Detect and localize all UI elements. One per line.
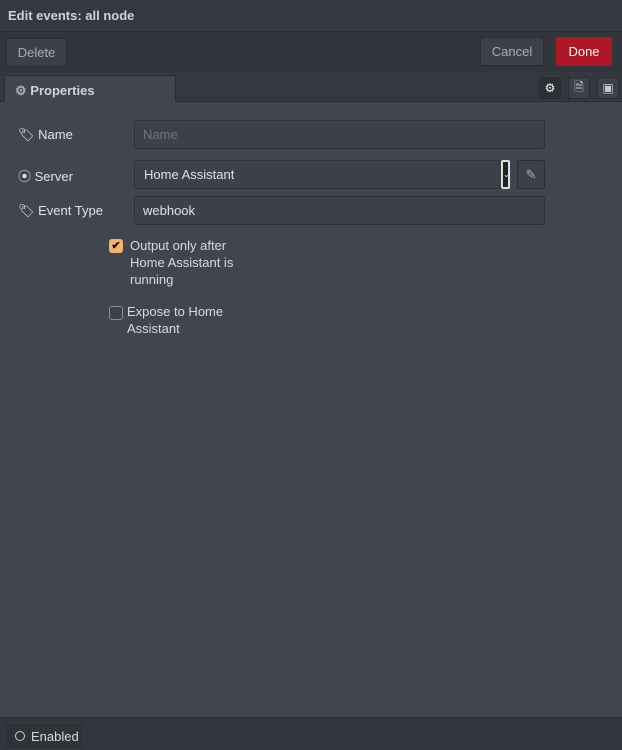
tab-properties[interactable]: ⚙ Properties [4, 75, 176, 103]
properties-panel: 🏷 Name ⦿ Server Home Assistant ⌄ ✎ 🏷 Eve… [0, 102, 622, 717]
chevron-down-icon: ⌄ [501, 160, 510, 189]
name-label: 🏷 Name [18, 127, 73, 142]
appearance-icon[interactable]: ▣ [597, 77, 619, 99]
server-icon: ⦿ [18, 169, 32, 184]
dialog-toolbar: Delete Cancel Done [0, 32, 622, 72]
tag-icon: 🏷 [18, 203, 35, 218]
event-type-label: 🏷 Event Type [18, 203, 103, 218]
delete-button[interactable]: Delete [6, 38, 67, 67]
circle-icon [15, 731, 25, 741]
cancel-button[interactable]: Cancel [480, 37, 544, 66]
edit-server-button[interactable]: ✎ [517, 160, 545, 189]
enabled-toggle[interactable]: Enabled [6, 724, 82, 748]
expose-checkbox[interactable] [109, 306, 123, 320]
dialog-title: Edit events: all node [0, 0, 622, 32]
tag-icon: 🏷 [18, 127, 35, 142]
event-type-input[interactable]: webhook [134, 196, 545, 225]
expose-label: Expose to Home Assistant [127, 304, 224, 336]
output-only-checkbox[interactable]: ✔ [109, 239, 123, 253]
done-button[interactable]: Done [556, 37, 612, 66]
server-select[interactable]: Home Assistant ⌄ [134, 160, 510, 189]
output-only-label: Output only after Home Assistant is runn… [130, 238, 234, 287]
description-icon[interactable]: 🗎 [568, 77, 590, 99]
name-input[interactable] [134, 120, 545, 149]
footer: Enabled [0, 717, 622, 750]
gear-icon: ⚙ [15, 83, 27, 98]
settings-gear-icon[interactable]: ⚙ [539, 77, 561, 99]
server-label: ⦿ Server [18, 169, 73, 184]
pencil-icon: ✎ [525, 166, 537, 182]
tab-bar: ⚙ Properties ⚙ 🗎 ▣ [0, 72, 622, 103]
